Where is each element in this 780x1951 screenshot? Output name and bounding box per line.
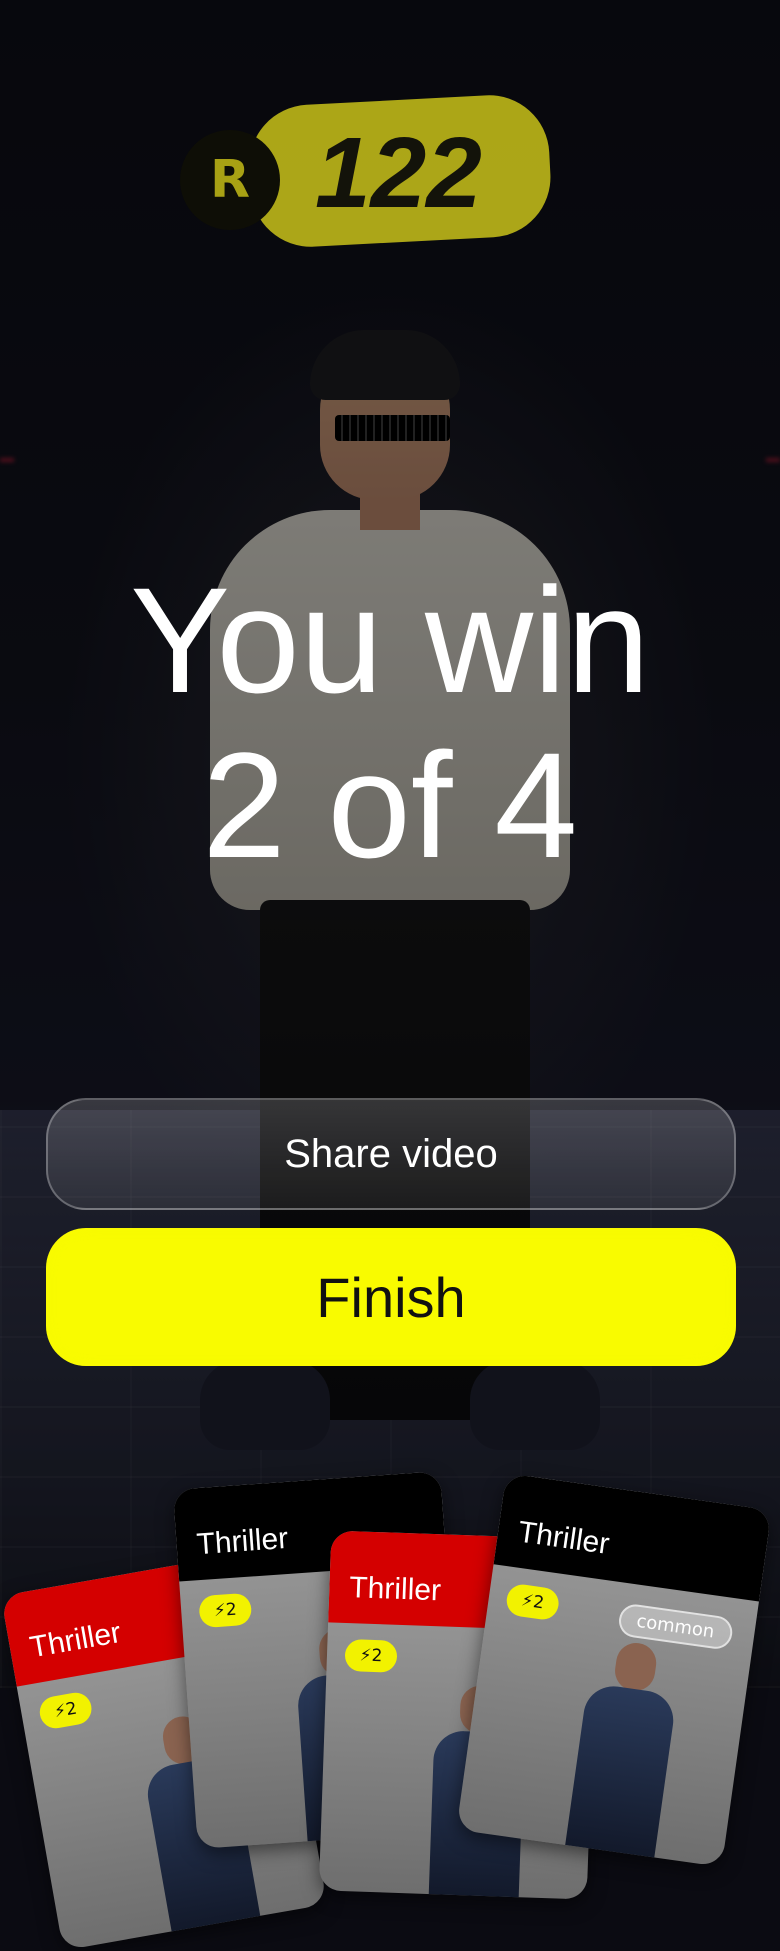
- share-video-button[interactable]: Share video: [46, 1098, 736, 1210]
- coin-icon: R: [180, 130, 280, 230]
- coin-count: 122: [315, 117, 482, 229]
- energy-badge: ⚡ 2: [37, 1690, 95, 1731]
- win-title-line2: 2 of 4: [202, 721, 578, 889]
- energy-badge: ⚡ 2: [504, 1582, 561, 1622]
- finish-button[interactable]: Finish: [46, 1228, 736, 1366]
- reward-card-4[interactable]: Thriller ⚡ 2 common: [456, 1473, 772, 1867]
- energy-badge: ⚡ 2: [198, 1592, 253, 1629]
- energy-badge: ⚡ 2: [344, 1638, 398, 1673]
- card-character: [562, 1637, 684, 1867]
- coin-letter: R: [209, 150, 251, 210]
- win-title-line1: You win: [130, 556, 650, 724]
